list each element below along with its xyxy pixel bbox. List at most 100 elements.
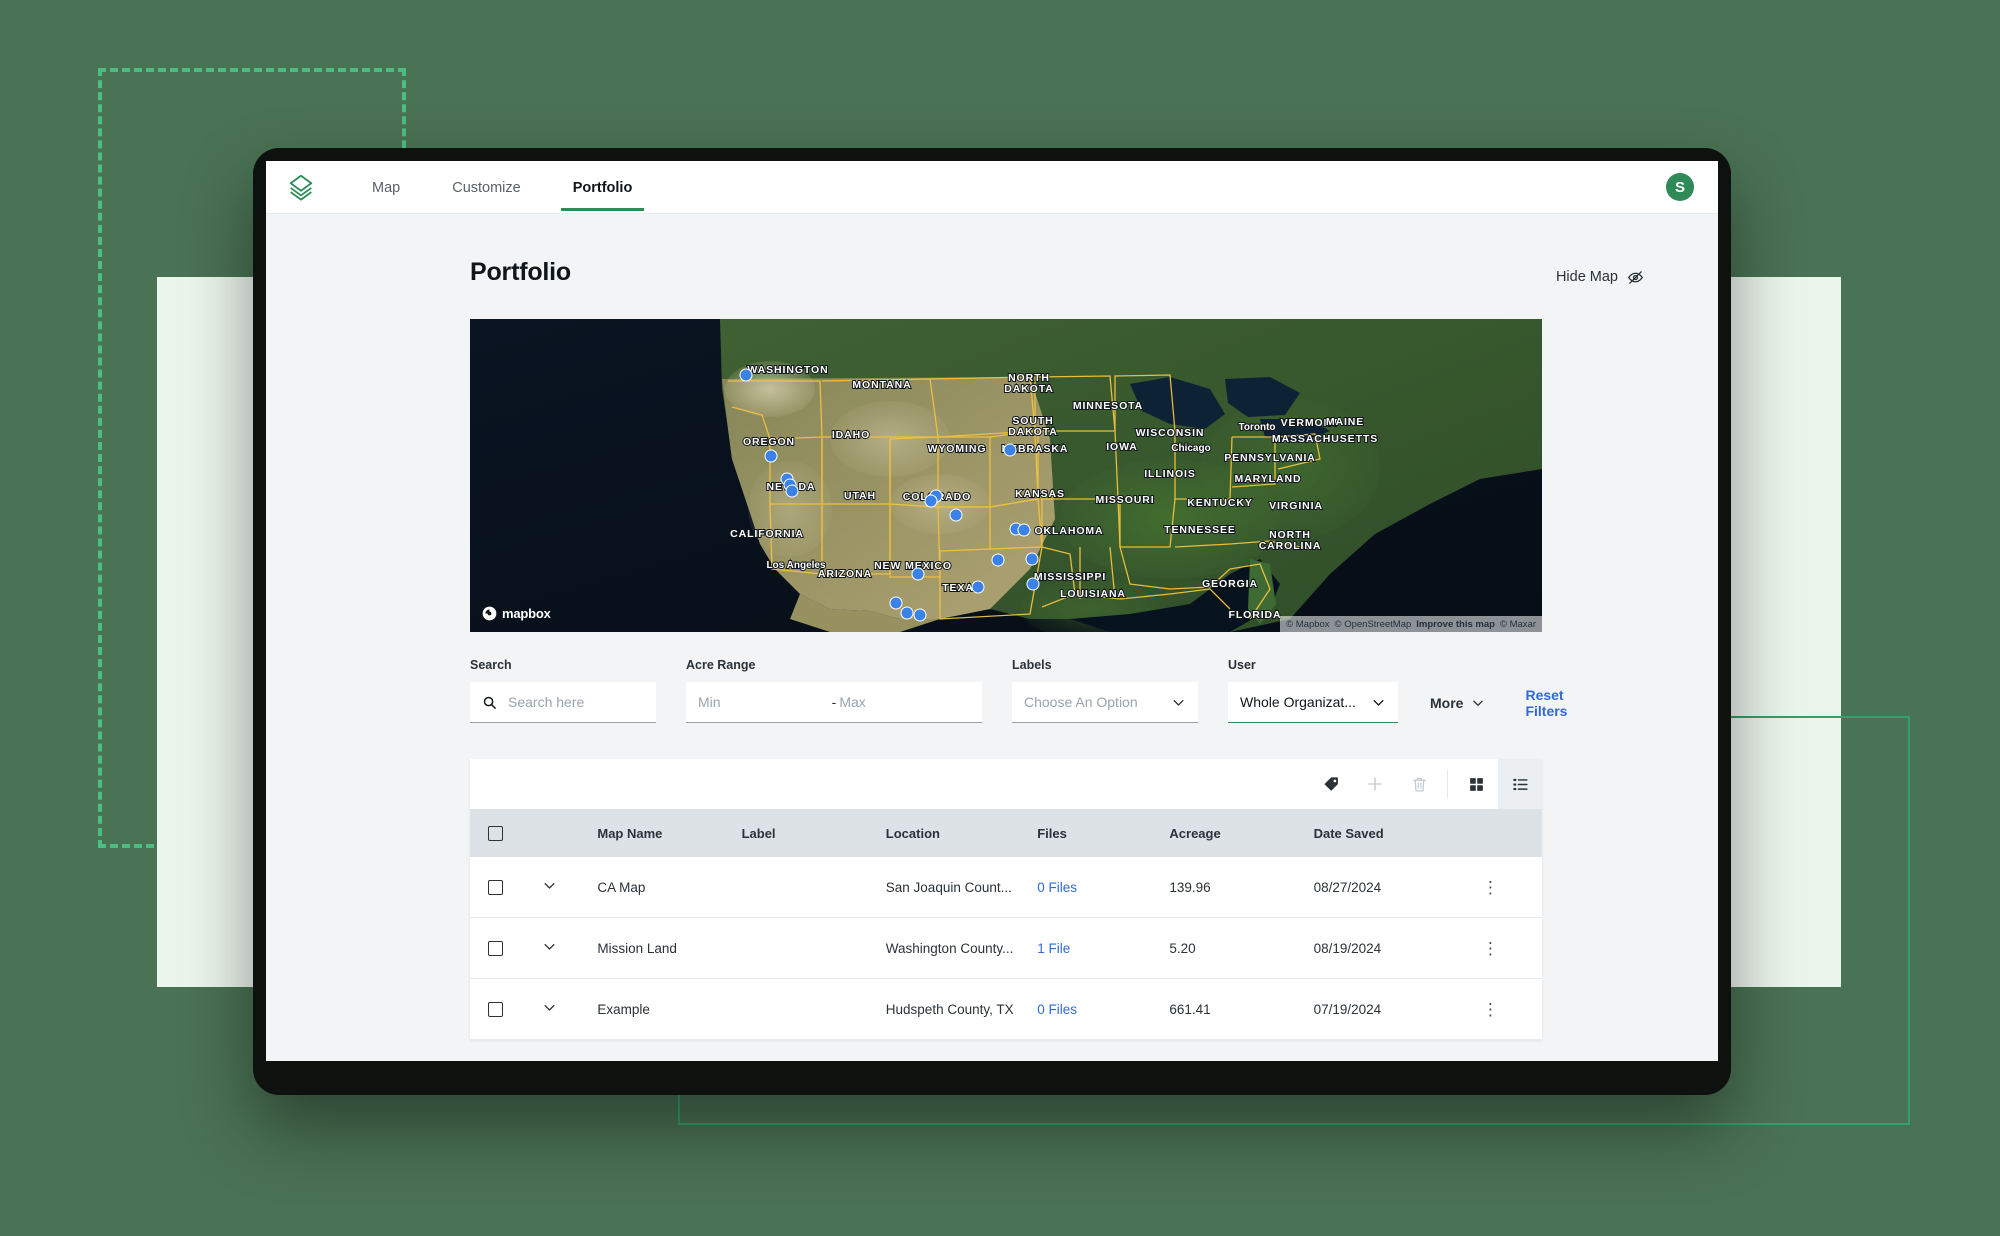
row-label — [741, 978, 886, 1040]
acre-max-input[interactable]: Max — [839, 694, 970, 710]
row-label — [741, 917, 886, 979]
avatar[interactable]: S — [1666, 173, 1694, 201]
row-files-link[interactable]: 1 File — [1037, 941, 1070, 956]
map-marker[interactable] — [971, 580, 985, 594]
map-marker[interactable] — [924, 494, 938, 508]
chevron-down-icon[interactable] — [542, 1000, 557, 1015]
attrib-improve-link[interactable]: Improve this map — [1416, 619, 1495, 630]
layers-logo-icon[interactable] — [286, 172, 316, 202]
row-expand-cell — [542, 917, 598, 979]
add-button[interactable] — [1353, 759, 1397, 809]
list-view-icon — [1512, 778, 1528, 790]
row-date-saved: 08/27/2024 — [1313, 857, 1482, 918]
more-filters-button[interactable]: More — [1420, 682, 1495, 723]
map-marker[interactable] — [1017, 523, 1031, 537]
labels-label: Labels — [1012, 658, 1052, 672]
acre-range-separator: - — [831, 694, 837, 710]
portfolio-map[interactable]: WASHINGTON MONTANA OREGON IDAHO WYOMING NORTH… — [470, 319, 1542, 632]
header-date-saved[interactable]: Date Saved — [1313, 809, 1482, 857]
chevron-down-icon[interactable] — [542, 878, 557, 893]
map-marker[interactable] — [739, 368, 753, 382]
acre-range-group: Min - Max — [686, 682, 982, 723]
chevron-down-icon[interactable] — [542, 939, 557, 954]
map-state-label: CAROLINA — [1259, 540, 1322, 552]
row-map-name[interactable]: Mission Land — [597, 917, 742, 979]
list-view-button[interactable] — [1498, 759, 1542, 809]
table-head: Map Name Label Location Files Acreage Da… — [470, 809, 1542, 857]
table-row[interactable]: CA Map San Joaquin Count... 0 Files 139.96 0… — [470, 857, 1542, 918]
search-input[interactable]: Search here — [470, 682, 656, 723]
map-marker[interactable] — [889, 596, 903, 610]
map-state-label: WYOMING — [928, 443, 987, 455]
attrib-maxar[interactable]: © Maxar — [1500, 619, 1536, 630]
attrib-osm[interactable]: © OpenStreetMap — [1335, 619, 1412, 630]
header-files[interactable]: Files — [1037, 809, 1170, 857]
header-map-name[interactable]: Map Name — [597, 809, 742, 857]
select-all-checkbox[interactable] — [488, 825, 503, 841]
kebab-menu-icon[interactable]: ⋮ — [1482, 1000, 1499, 1019]
row-files-link[interactable]: 0 Files — [1037, 880, 1077, 895]
grid-view-button[interactable] — [1454, 759, 1498, 809]
map-state-label: MONTANA — [852, 379, 911, 391]
map-state-label: LOUISIANA — [1060, 588, 1126, 600]
row-map-name[interactable]: CA Map — [597, 857, 742, 918]
table-row[interactable]: Mission Land Washington County... 1 File 5.… — [470, 917, 1542, 979]
row-map-name[interactable]: Example — [597, 978, 742, 1040]
row-files-link[interactable]: 0 Files — [1037, 1002, 1077, 1017]
tag-button[interactable] — [1309, 759, 1353, 809]
row-label — [741, 857, 886, 918]
row-acreage: 661.41 — [1169, 978, 1314, 1040]
top-navigation-bar: Map Customize Portfolio S — [266, 161, 1718, 214]
row-date-saved: 07/19/2024 — [1313, 978, 1482, 1040]
header-label[interactable]: Label — [741, 809, 886, 857]
map-marker[interactable] — [785, 484, 799, 498]
map-state-label: MASSACHUSETTS — [1272, 433, 1378, 445]
row-checkbox[interactable] — [488, 879, 503, 895]
filter-search: Search Search here — [470, 658, 656, 723]
map-marker[interactable] — [764, 449, 778, 463]
kebab-menu-icon[interactable]: ⋮ — [1482, 878, 1499, 897]
map-marker[interactable] — [1026, 577, 1040, 591]
delete-button[interactable] — [1397, 759, 1441, 809]
map-marker[interactable] — [991, 553, 1005, 567]
header-acreage[interactable]: Acreage — [1169, 809, 1314, 857]
search-label: Search — [470, 658, 512, 672]
search-icon — [483, 696, 496, 709]
nav-tab-portfolio[interactable]: Portfolio — [560, 164, 644, 211]
header-location[interactable]: Location — [885, 809, 1038, 857]
map-state-label: IDAHO — [832, 429, 870, 441]
map-state-label: WASHINGTON — [747, 364, 828, 376]
row-expand-cell — [542, 857, 598, 918]
nav-tab-map[interactable]: Map — [368, 164, 404, 211]
row-files: 1 File — [1037, 917, 1170, 979]
mapbox-logo-icon[interactable]: mapbox — [482, 606, 551, 621]
map-marker[interactable] — [1003, 443, 1017, 457]
acre-min-input[interactable]: Min — [698, 694, 829, 710]
map-marker[interactable] — [913, 608, 927, 622]
table-body: CA Map San Joaquin Count... 0 Files 139.96 0… — [470, 857, 1542, 1040]
reset-filters-button[interactable]: Reset Filters — [1525, 682, 1567, 723]
map-state-label: MAINE — [1326, 416, 1364, 428]
table-header-row: Map Name Label Location Files Acreage Da… — [470, 809, 1542, 857]
labels-select-value: Choose An Option — [1024, 694, 1138, 710]
row-location: San Joaquin Count... — [885, 857, 1038, 918]
mapbox-logo-label: mapbox — [502, 606, 551, 621]
attrib-mapbox[interactable]: © Mapbox — [1286, 619, 1329, 630]
map-marker[interactable] — [949, 508, 963, 522]
nav-tab-customize[interactable]: Customize — [448, 164, 525, 211]
user-select[interactable]: Whole Organizat... — [1228, 682, 1398, 723]
screenshot-stage: Map Customize Portfolio S Portfolio Hide… — [0, 0, 2000, 1236]
map-marker[interactable] — [900, 606, 914, 620]
table-row[interactable]: Example Hudspeth County, TX 0 Files 661.41 0… — [470, 978, 1542, 1040]
row-checkbox[interactable] — [488, 1001, 503, 1017]
row-location: Washington County... — [885, 917, 1038, 979]
map-marker[interactable] — [1025, 552, 1039, 566]
map-state-label: KENTUCKY — [1187, 497, 1253, 509]
map-marker[interactable] — [911, 567, 925, 581]
hide-map-button[interactable]: Hide Map — [1556, 269, 1644, 286]
row-checkbox[interactable] — [488, 940, 503, 956]
labels-select[interactable]: Choose An Option — [1012, 682, 1198, 723]
row-expand-cell — [542, 978, 598, 1040]
kebab-menu-icon[interactable]: ⋮ — [1482, 939, 1499, 958]
map-state-label: ILLINOIS — [1144, 468, 1196, 480]
